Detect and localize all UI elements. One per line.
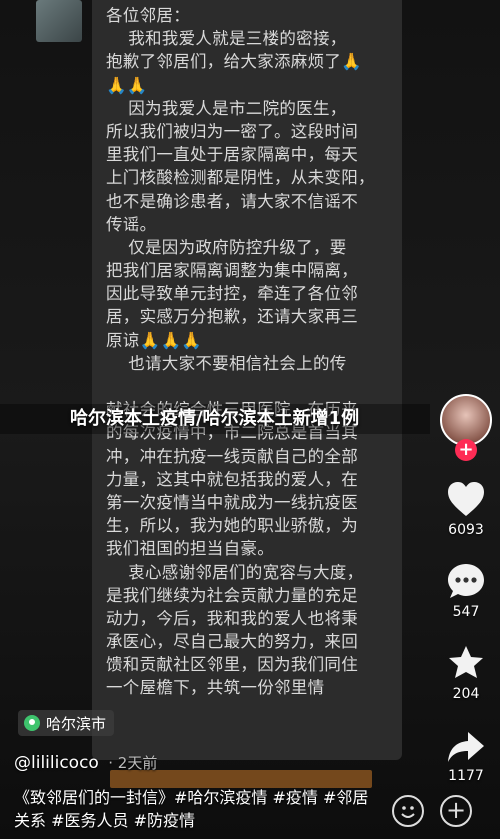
- favorite-count: 204: [452, 686, 480, 702]
- author-handle[interactable]: @lililicoco: [14, 753, 99, 773]
- letter-line: 一个屋檐下，共筑一份邻里情: [106, 678, 325, 698]
- letter-line: 仅是因为政府防控升级了，要: [106, 237, 347, 257]
- location-tag[interactable]: 哈尔滨市: [18, 710, 115, 736]
- letter-text: 各位邻居： 我和我爱人就是三楼的密接， 抱歉了邻居们，给大家添麻烦了🙏 🙏🙏 因为我…: [106, 4, 392, 700]
- letter-line: 因为我爱人是市二院的医生，: [106, 98, 347, 118]
- video-caption[interactable]: 《致邻居们的一封信》#哈尔滨疫情 #疫情 #邻居关系 #医务人员 #防疫情: [14, 786, 384, 832]
- follow-button[interactable]: +: [455, 439, 477, 461]
- comment-button[interactable]: 547: [440, 562, 492, 620]
- letter-line: 里我们一直处于居家隔离中，每天: [106, 145, 358, 165]
- letter-line: 馈和贡献社区邻里，因为我们同住: [106, 655, 358, 675]
- letter-line: 把我们居家隔离调整为集中隔离，: [106, 261, 358, 281]
- share-button[interactable]: 1177: [440, 730, 492, 784]
- letter-line: 冲，冲在抗疫一线贡献自己的全部: [106, 446, 358, 466]
- letter-line: 居，实感万分抱歉，还请大家再三: [106, 307, 358, 327]
- favorite-button[interactable]: 204: [440, 644, 492, 702]
- comment-count: 547: [452, 604, 480, 620]
- letter-line: 动力，今后，我和我的爱人也将秉: [106, 608, 358, 628]
- letter-line: 抱歉了邻居们，给大家添麻烦了🙏: [106, 52, 363, 72]
- add-icon[interactable]: +: [440, 795, 472, 827]
- letter-line: 第一次疫情当中就成为一线抗疫医: [106, 492, 358, 512]
- emoji-button[interactable]: [392, 795, 424, 827]
- post-time: · 2天前: [108, 754, 158, 772]
- like-count: 6093: [448, 522, 484, 538]
- location-pin-icon: [24, 715, 40, 731]
- share-count: 1177: [448, 768, 484, 784]
- smile-icon: [401, 806, 415, 818]
- like-button[interactable]: 6093: [440, 480, 492, 538]
- letter-line: 生，所以，我为她的职业骄傲，为: [106, 516, 358, 536]
- letter-line: 所以我们被归为一密了。这段时间: [106, 121, 358, 141]
- letter-line: 承医心，尽自己最大的努力，来回: [106, 632, 358, 652]
- comment-icon: [448, 564, 484, 598]
- letter-line: 也请大家不要相信社会上的传: [106, 353, 347, 373]
- letter-line: 因此导致单元封控，牵连了各位邻: [106, 284, 358, 304]
- heart-icon: [448, 482, 484, 516]
- letter-line: 我和我爱人就是三楼的密接，: [106, 29, 347, 49]
- letter-line: 是我们继续为社会贡献力量的充足: [106, 585, 358, 605]
- letter-line: 各位邻居：: [106, 6, 190, 25]
- letter-line: 传谣。: [106, 214, 157, 234]
- letter-line: 衷心感谢邻居们的宽容与大度，: [106, 562, 364, 582]
- letter-line: [106, 375, 392, 398]
- share-icon: [448, 732, 484, 762]
- video-title-overlay: 哈尔滨本土疫情/哈尔滨本土新增1例: [0, 404, 430, 434]
- letter-line: 我们祖国的担当自豪。: [106, 539, 274, 559]
- letter-line: 上门核酸检测都是阴性，从未变阳，: [106, 168, 375, 188]
- letter-line: 力量，这其中就包括我的爱人，在: [106, 469, 358, 489]
- author-line[interactable]: @lililicoco · 2天前: [14, 752, 157, 773]
- location-label: 哈尔滨市: [46, 714, 107, 733]
- letter-line: 🙏🙏: [106, 75, 148, 95]
- letter-line: 也不是确诊患者，请大家不信谣不: [106, 191, 358, 211]
- letter-line: 原谅🙏🙏🙏: [106, 330, 203, 350]
- star-icon: [449, 646, 483, 678]
- sender-avatar: [36, 0, 82, 42]
